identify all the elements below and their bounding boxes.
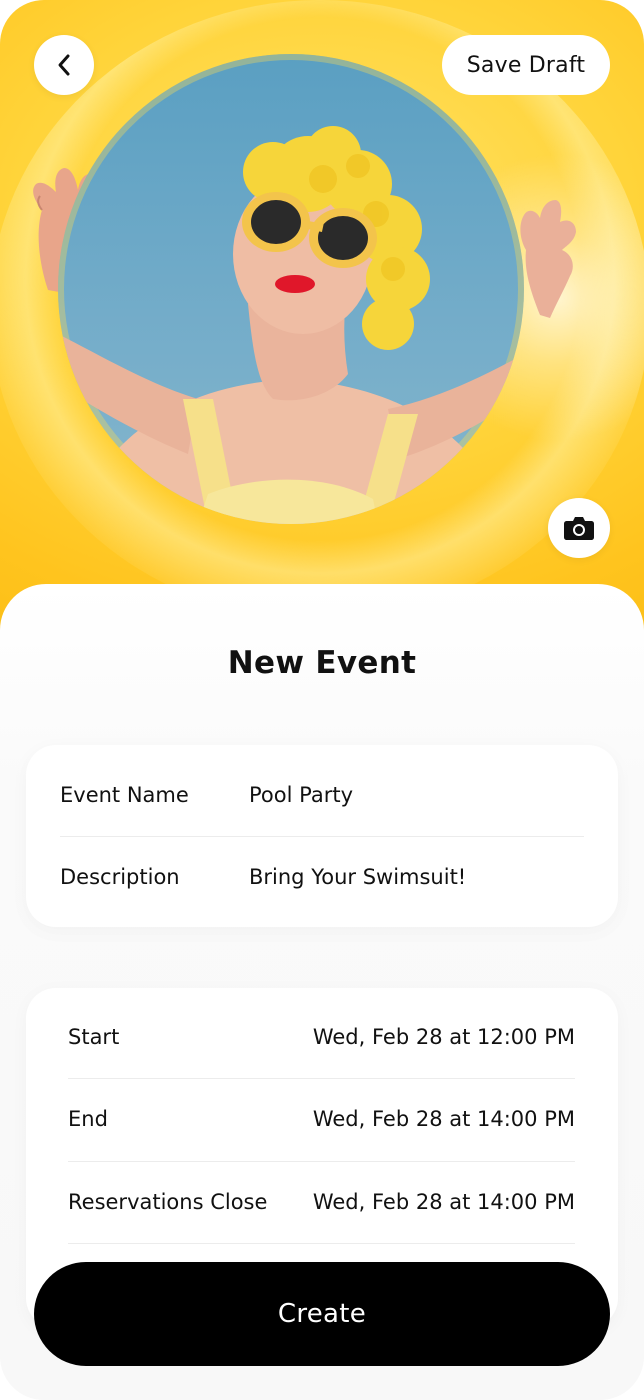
event-cover-photo [58, 54, 524, 524]
cover-image-area: Save Draft [0, 0, 644, 640]
change-photo-button[interactable] [548, 498, 610, 558]
camera-icon [564, 517, 594, 540]
divider [68, 1078, 575, 1079]
event-name-field[interactable]: Pool Party [249, 783, 589, 807]
reservations-close-datetime-field[interactable]: Wed, Feb 28 at 14:00 PM [300, 1190, 575, 1214]
description-field[interactable]: Bring Your Swimsuit! [249, 865, 589, 889]
divider [68, 1243, 575, 1244]
start-datetime-field[interactable]: Wed, Feb 28 at 12:00 PM [300, 1025, 575, 1049]
reservations-close-label: Reservations Close [68, 1190, 268, 1214]
event-name-label: Event Name [60, 783, 189, 807]
end-label: End [68, 1107, 108, 1131]
end-datetime-field[interactable]: Wed, Feb 28 at 14:00 PM [300, 1107, 575, 1131]
create-button[interactable]: Create [34, 1262, 610, 1366]
description-label: Description [60, 865, 180, 889]
divider [60, 836, 584, 837]
start-label: Start [68, 1025, 120, 1049]
page-title: New Event [227, 645, 417, 681]
phone-screen: Save Draft New Event Event Name Pool Par… [0, 0, 644, 1400]
save-draft-button[interactable]: Save Draft [442, 35, 610, 95]
chevron-left-icon [58, 54, 70, 76]
divider [68, 1161, 575, 1162]
back-button[interactable] [34, 35, 94, 95]
